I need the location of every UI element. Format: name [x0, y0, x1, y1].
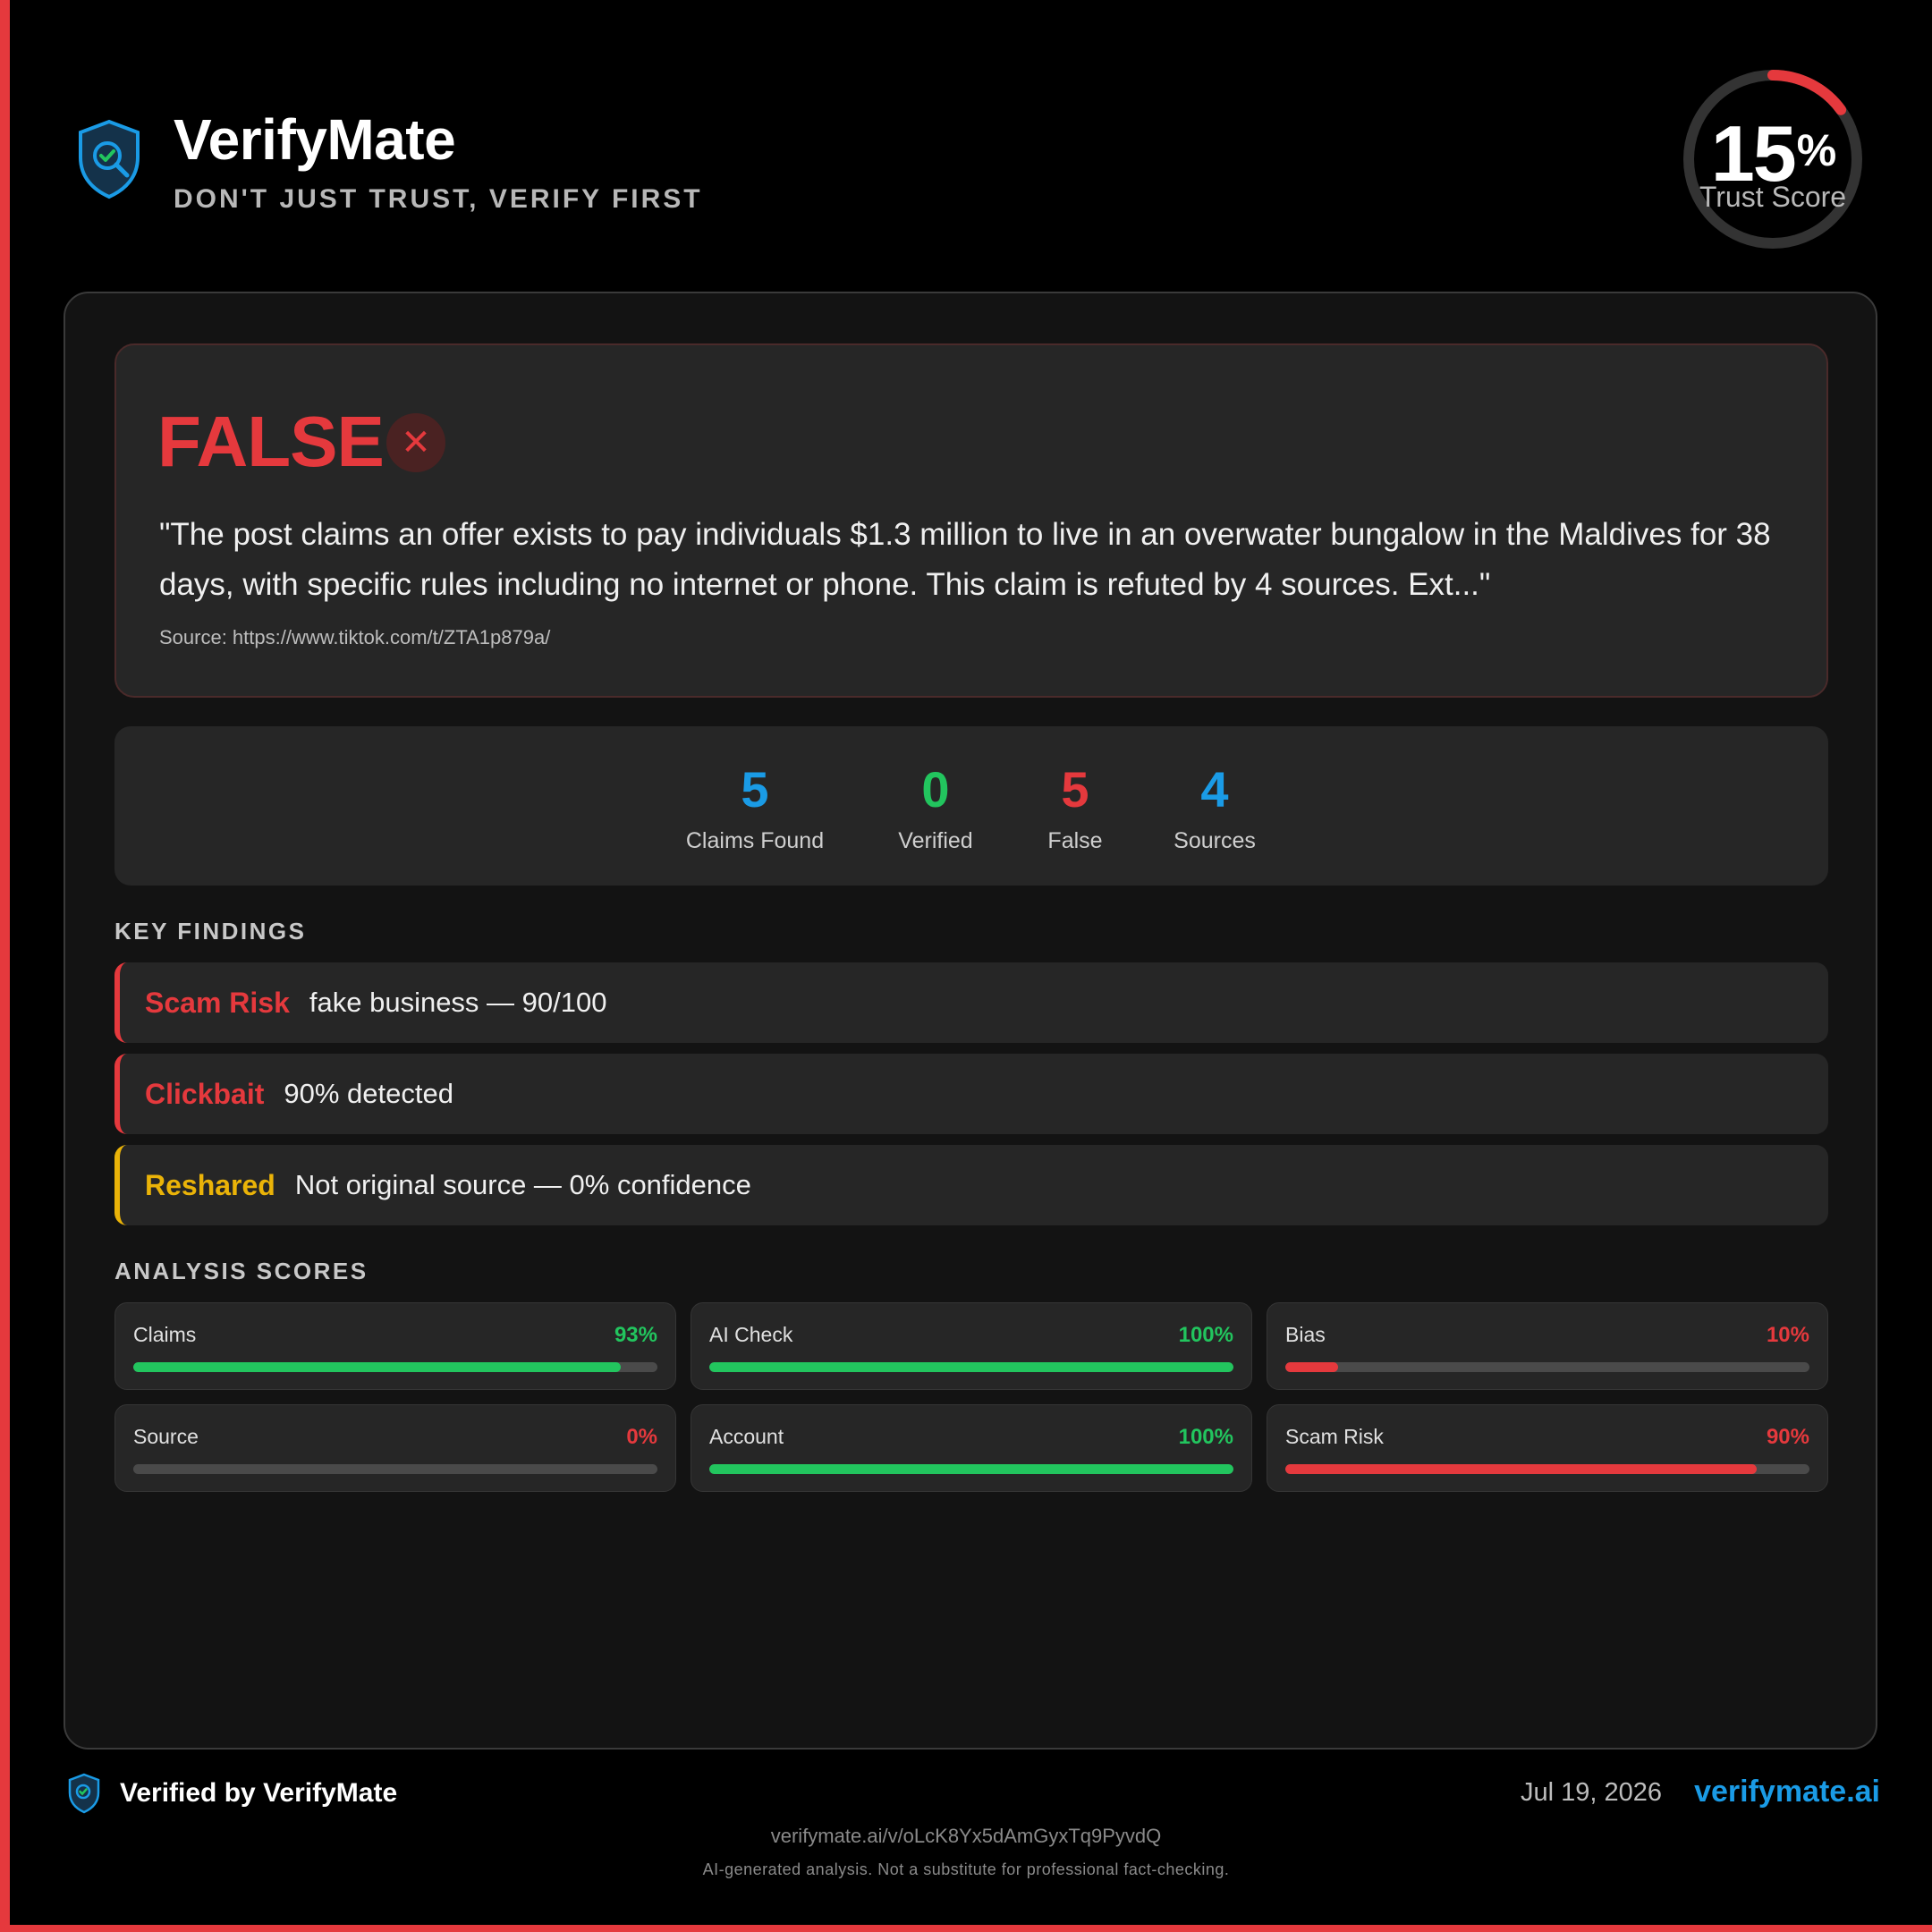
score-value: 90% [1766, 1425, 1809, 1449]
score-fill [709, 1464, 1233, 1474]
stat-label: Verified [898, 828, 973, 853]
footer-date: Jul 19, 2026 [1520, 1778, 1662, 1807]
stat-value: 5 [741, 761, 769, 818]
score-fill [709, 1362, 1233, 1372]
score-value: 100% [1178, 1425, 1233, 1449]
score-value: 93% [614, 1323, 657, 1347]
score-bias: Bias 10% [1267, 1302, 1828, 1390]
score-value: 0% [626, 1425, 657, 1449]
score-source: Source 0% [114, 1404, 676, 1492]
score-label: Bias [1285, 1323, 1326, 1346]
score-track [133, 1464, 657, 1474]
stat-claims-found: 5 Claims Found [683, 758, 826, 854]
finding-key: Reshared [145, 1168, 275, 1201]
score-value: 10% [1766, 1323, 1809, 1347]
stat-label: Sources [1174, 828, 1256, 853]
score-claims: Claims 93% [114, 1302, 676, 1390]
score-track [1285, 1464, 1809, 1474]
score-fill [1285, 1362, 1338, 1372]
finding-value: fake business — 90/100 [309, 987, 607, 1018]
shield-check-icon [68, 1773, 100, 1814]
stat-value: 4 [1200, 761, 1229, 818]
score-track [709, 1362, 1233, 1372]
footer-permalink[interactable]: verifymate.ai/v/oLcK8Yx5dAmGyxTq9PyvdQ [0, 1825, 1932, 1848]
stat-value: 0 [921, 761, 950, 818]
stat-label: False [1047, 828, 1103, 853]
accent-border-bottom [0, 1925, 1932, 1932]
score-account: Account 100% [691, 1404, 1252, 1492]
key-findings-heading: KEY FINDINGS [114, 918, 307, 945]
score-label: Source [133, 1425, 199, 1448]
score-ai-check: AI Check 100% [691, 1302, 1252, 1390]
finding-key: Clickbait [145, 1077, 265, 1110]
footer-disclaimer: AI-generated analysis. Not a substitute … [702, 1860, 1230, 1878]
score-label: AI Check [709, 1323, 793, 1346]
trust-score-gauge: 15% Trust Score [1682, 68, 1864, 250]
footer-domain-link[interactable]: verifymate.ai [1694, 1775, 1880, 1809]
verdict-label: FALSE [157, 402, 385, 481]
app-tagline: DON'T JUST TRUST, VERIFY FIRST [174, 184, 703, 214]
stat-sources: 4 Sources [1170, 758, 1259, 854]
shield-check-icon [79, 119, 140, 199]
finding-scam-risk: Scam Risk fake business — 90/100 [114, 962, 1828, 1043]
close-icon: ✕ [386, 413, 445, 472]
score-label: Claims [133, 1323, 197, 1346]
stat-verified: 0 Verified [891, 758, 980, 854]
verdict-summary: "The post claims an offer exists to pay … [159, 517, 1771, 602]
score-track [1285, 1362, 1809, 1372]
analysis-scores-heading: ANALYSIS SCORES [114, 1258, 369, 1284]
accent-border-left [0, 0, 10, 1932]
score-scam-risk: Scam Risk 90% [1267, 1404, 1828, 1492]
finding-key: Scam Risk [145, 986, 290, 1019]
finding-reshared: Reshared Not original source — 0% confid… [114, 1145, 1828, 1225]
finding-value: 90% detected [284, 1078, 453, 1109]
score-track [709, 1464, 1233, 1474]
app-title: VerifyMate [174, 107, 456, 172]
stat-value: 5 [1061, 761, 1089, 818]
score-fill [133, 1362, 621, 1372]
score-value: 100% [1178, 1323, 1233, 1347]
stat-false: 5 False [1030, 758, 1120, 854]
finding-clickbait: Clickbait 90% detected [114, 1054, 1828, 1134]
score-label: Scam Risk [1285, 1425, 1384, 1448]
verdict-source-link[interactable]: Source: https://www.tiktok.com/t/ZTA1p87… [159, 626, 550, 649]
score-track [133, 1362, 657, 1372]
score-fill [1285, 1464, 1758, 1474]
footer-verified-by: Verified by VerifyMate [120, 1778, 398, 1808]
trust-score-label: Trust Score [1699, 181, 1847, 213]
stat-label: Claims Found [685, 828, 825, 853]
score-label: Account [709, 1425, 784, 1448]
finding-value: Not original source — 0% confidence [294, 1169, 751, 1200]
